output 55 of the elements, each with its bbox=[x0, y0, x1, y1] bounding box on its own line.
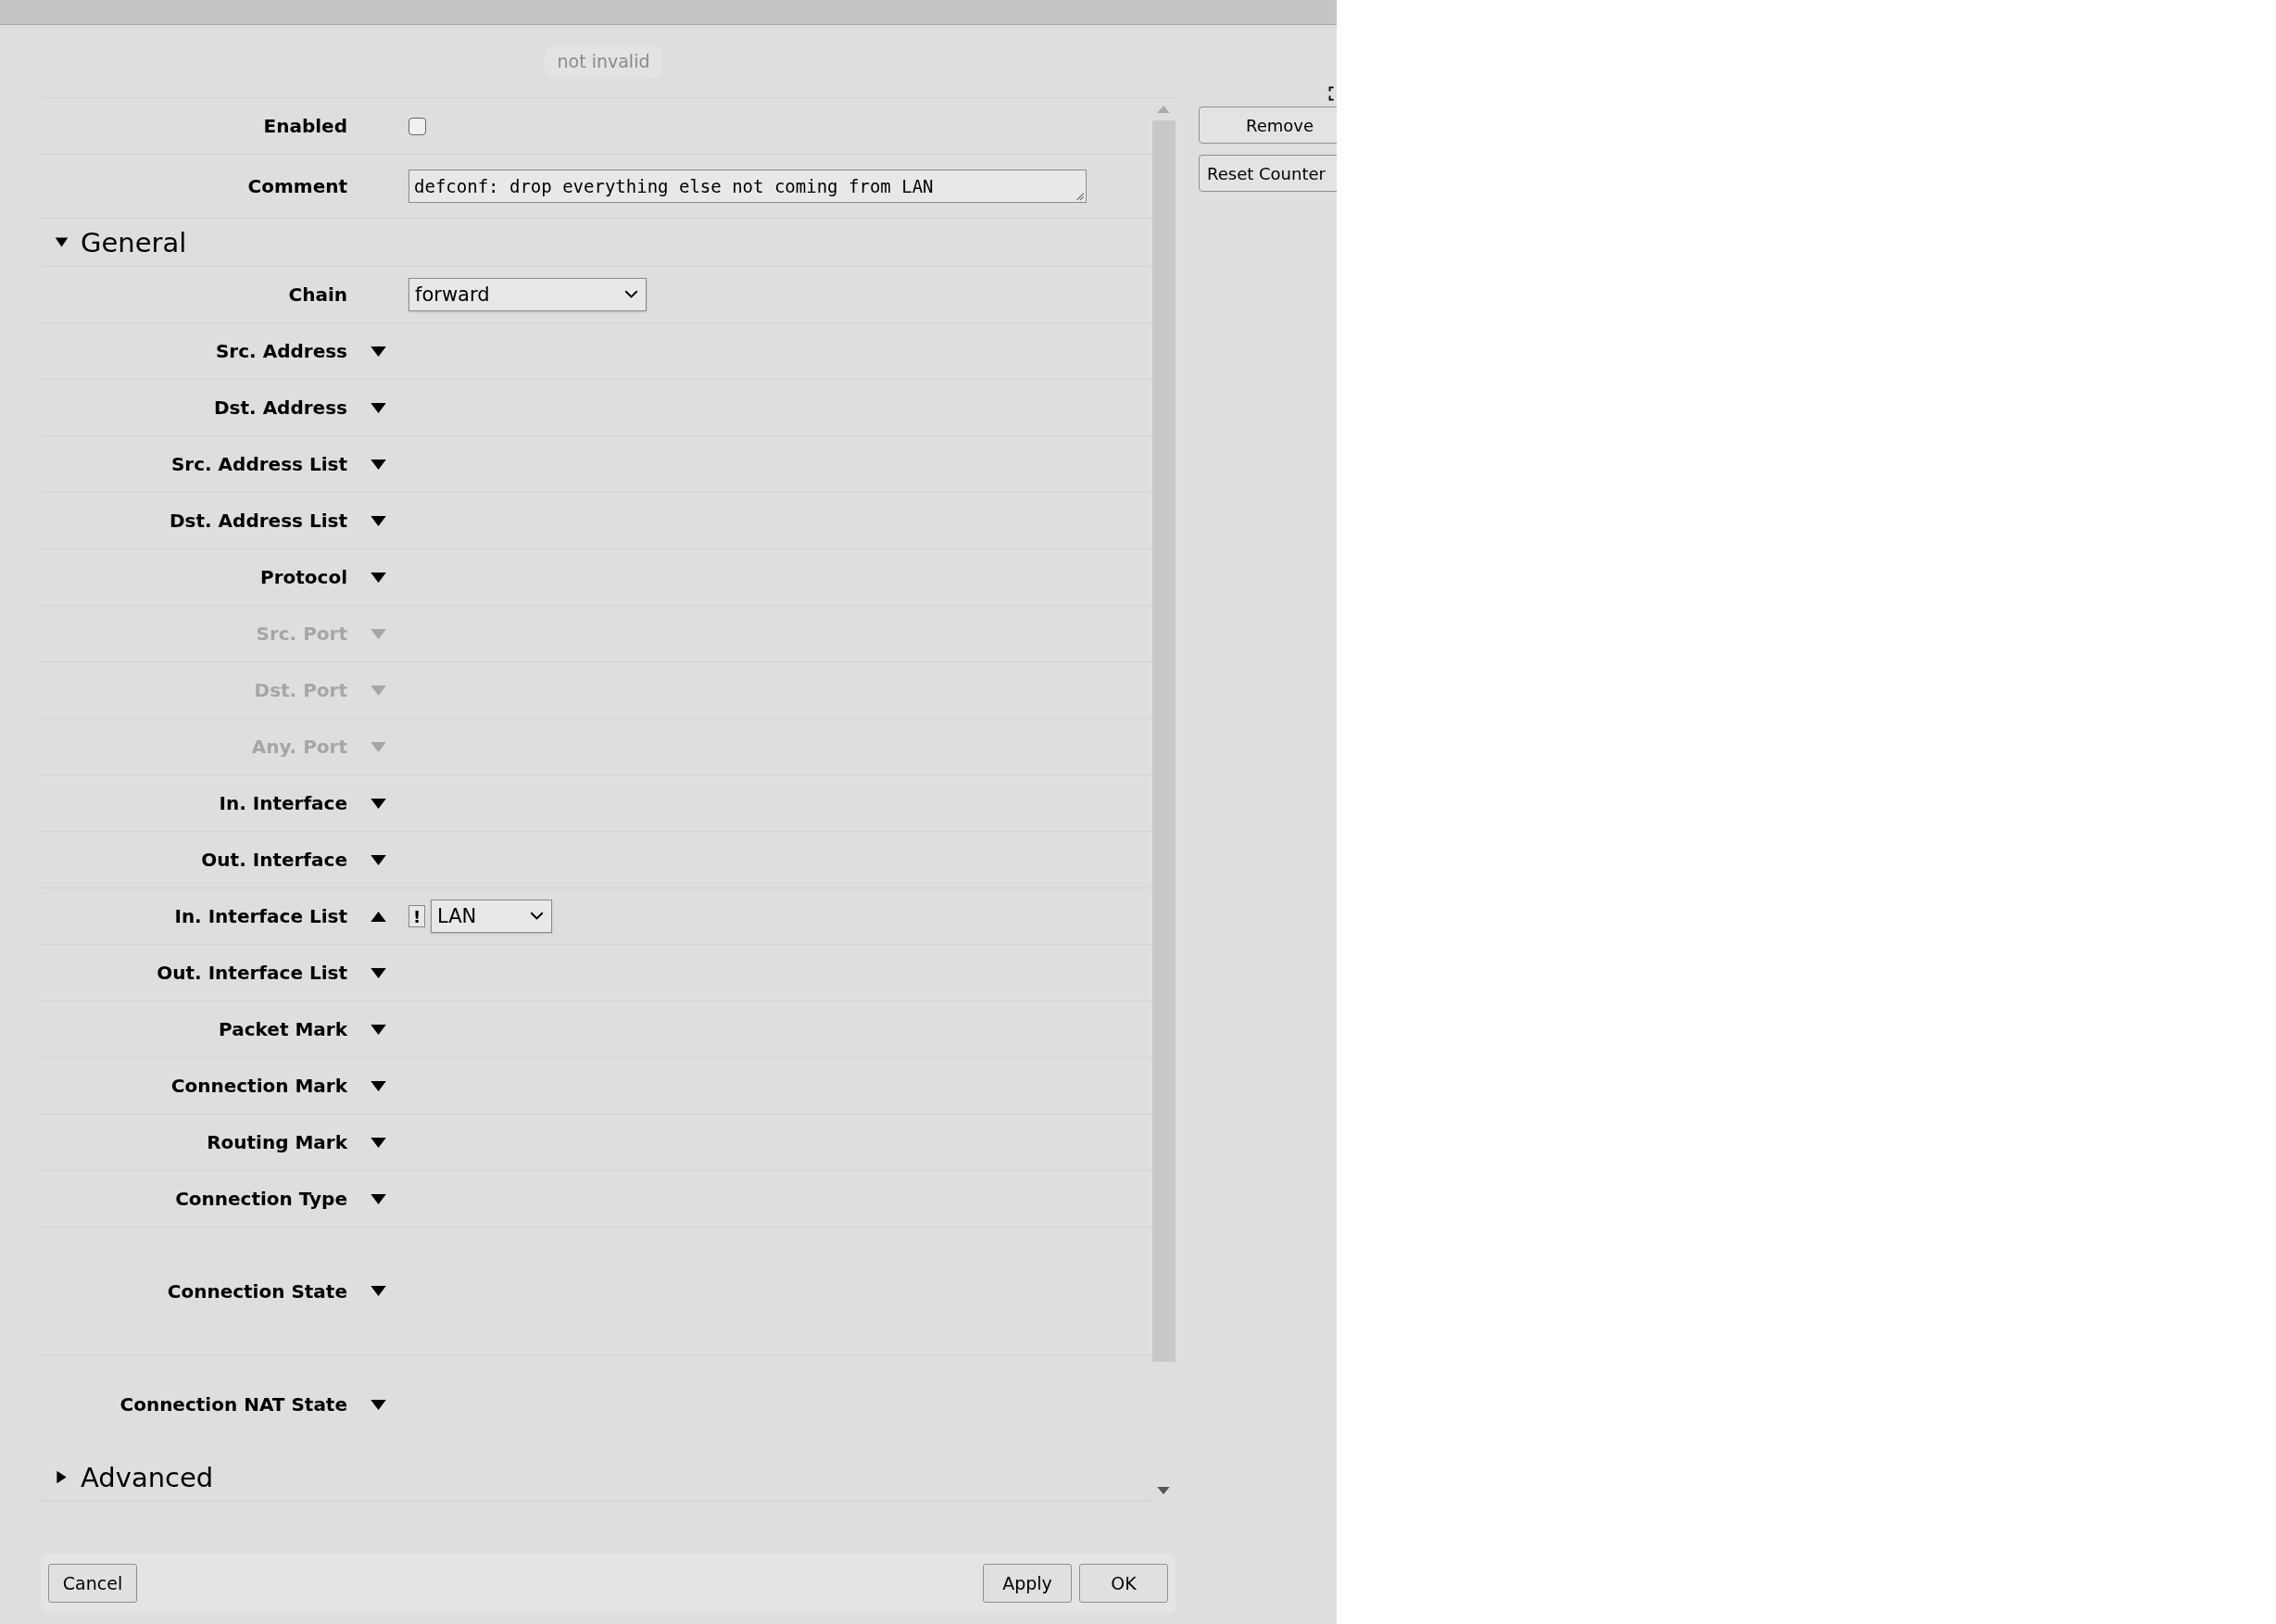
chain-dropdown[interactable]: forward bbox=[409, 278, 647, 311]
expand-toggle-icon[interactable] bbox=[370, 346, 386, 357]
expand-toggle-icon[interactable] bbox=[370, 967, 386, 978]
field-label: In. Interface bbox=[218, 792, 347, 814]
field-label: Src. Address bbox=[214, 340, 347, 362]
remove-button[interactable]: Remove bbox=[1199, 107, 1337, 144]
expand-toggle-icon[interactable] bbox=[370, 1286, 386, 1296]
field-label: Dst. Address bbox=[213, 397, 347, 419]
field-label: Connection State bbox=[166, 1279, 347, 1303]
expand-toggle-icon[interactable] bbox=[370, 572, 386, 583]
field-label: Chain bbox=[287, 283, 347, 306]
expand-toggle-icon[interactable] bbox=[370, 1137, 386, 1148]
section-title[interactable]: Advanced bbox=[81, 1461, 214, 1493]
field-label: Connection NAT State bbox=[119, 1393, 347, 1416]
expand-toggle-icon[interactable] bbox=[370, 911, 386, 922]
section-toggle-icon[interactable] bbox=[54, 1469, 69, 1485]
field-label: Connection Type bbox=[174, 1188, 347, 1210]
scroll-down-icon[interactable] bbox=[1157, 1487, 1170, 1494]
field-label: Src. Port bbox=[255, 623, 347, 645]
expand-toggle-icon[interactable] bbox=[370, 1024, 386, 1035]
resize-grip-icon[interactable] bbox=[1074, 190, 1085, 201]
expand-toggle-icon[interactable] bbox=[370, 798, 386, 809]
ok-button[interactable]: OK bbox=[1079, 1564, 1168, 1603]
expand-toggle-icon[interactable] bbox=[370, 515, 386, 526]
comment-field[interactable]: defconf: drop everything else not coming from LAN bbox=[409, 170, 1087, 203]
expand-toggle-icon[interactable] bbox=[370, 1193, 386, 1204]
expand-toggle-icon[interactable] bbox=[370, 854, 386, 865]
interface-list-dropdown[interactable]: LAN bbox=[431, 900, 552, 933]
field-label: Routing Mark bbox=[206, 1131, 347, 1153]
expand-toggle-icon[interactable] bbox=[370, 1080, 386, 1091]
field-label: In. Interface List bbox=[173, 905, 347, 927]
field-label: Dst. Port bbox=[253, 679, 347, 701]
field-label: Any. Port bbox=[250, 736, 347, 758]
cancel-button[interactable]: Cancel bbox=[48, 1564, 137, 1603]
field-label: Dst. Address List bbox=[169, 510, 347, 532]
reset-counters-button[interactable]: Reset Counter bbox=[1199, 155, 1337, 192]
expand-toggle-icon[interactable] bbox=[370, 459, 386, 470]
expand-toggle-icon[interactable] bbox=[370, 402, 386, 413]
enabled-checkbox[interactable] bbox=[409, 117, 426, 135]
status-badge: not invalid bbox=[544, 45, 663, 77]
field-label: Comment bbox=[246, 175, 347, 197]
field-label: Enabled bbox=[262, 115, 347, 137]
section-toggle-icon[interactable] bbox=[54, 234, 69, 250]
field-label: Out. Interface bbox=[200, 849, 347, 871]
field-label: Connection Mark bbox=[170, 1075, 347, 1097]
field-label: Out. Interface List bbox=[156, 962, 347, 984]
section-title[interactable]: General bbox=[81, 226, 187, 258]
expand-toggle-icon[interactable] bbox=[370, 1399, 386, 1410]
invert-toggle[interactable]: ! bbox=[409, 905, 425, 927]
apply-button[interactable]: Apply bbox=[983, 1564, 1072, 1603]
field-label: Src. Address List bbox=[170, 453, 347, 475]
field-label: Packet Mark bbox=[218, 1018, 347, 1040]
chevron-down-icon bbox=[530, 912, 544, 921]
chevron-down-icon bbox=[624, 290, 638, 299]
field-label: Protocol bbox=[259, 566, 347, 588]
